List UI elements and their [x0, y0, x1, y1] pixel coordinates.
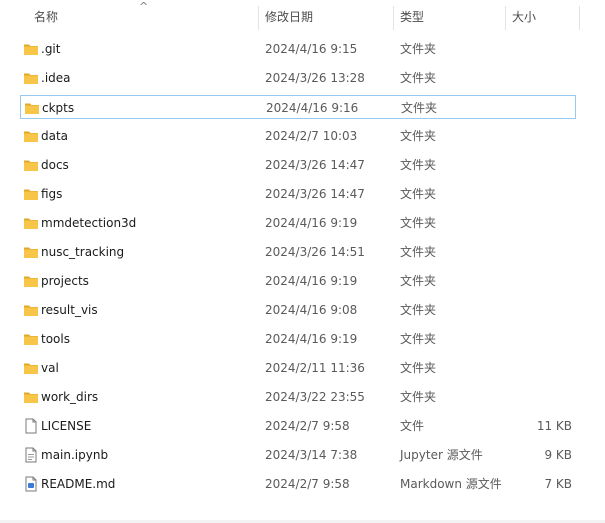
file-row[interactable]: tools 2024/4/16 9:19 文件夹 — [20, 327, 576, 351]
file-row[interactable]: LICENSE 2024/2/7 9:58 文件 11 KB — [20, 414, 576, 438]
file-modified-date: 2024/4/16 9:08 — [265, 303, 358, 317]
folder-icon — [23, 128, 39, 144]
file-name: docs — [41, 158, 69, 172]
file-row[interactable]: .git 2024/4/16 9:15 文件夹 — [20, 37, 576, 61]
file-row[interactable]: val 2024/2/11 11:36 文件夹 — [20, 356, 576, 380]
file-name: mmdetection3d — [41, 216, 137, 230]
folder-icon — [23, 157, 39, 173]
file-type: 文件夹 — [400, 42, 437, 56]
file-row[interactable]: main.ipynb 2024/3/14 7:38 Jupyter 源文件 9 KB — [20, 443, 576, 467]
file-type: 文件夹 — [400, 332, 437, 346]
file-row[interactable]: result_vis 2024/4/16 9:08 文件夹 — [20, 298, 576, 322]
column-divider[interactable] — [258, 6, 259, 30]
file-row[interactable]: projects 2024/4/16 9:19 文件夹 — [20, 269, 576, 293]
file-modified-date: 2024/4/16 9:19 — [265, 332, 358, 346]
column-divider[interactable] — [393, 6, 394, 30]
file-modified-date: 2024/3/26 14:47 — [265, 187, 365, 201]
column-header-type-label: 类型 — [400, 10, 425, 24]
sort-ascending-icon: ^ — [139, 0, 149, 13]
file-type: 文件夹 — [400, 158, 437, 172]
folder-icon — [23, 41, 39, 57]
file-modified-date: 2024/4/16 9:16 — [266, 101, 359, 115]
file-type: 文件夹 — [400, 71, 437, 85]
file-row[interactable]: data 2024/2/7 10:03 文件夹 — [20, 124, 576, 148]
file-name: data — [41, 129, 69, 143]
folder-icon — [23, 302, 39, 318]
column-header-modified-label: 修改日期 — [265, 10, 314, 24]
file-row[interactable]: README.md 2024/2/7 9:58 Markdown 源文件 7 KB — [20, 472, 576, 496]
file-type: 文件夹 — [400, 361, 437, 375]
file-type: 文件夹 — [400, 216, 437, 230]
file-modified-date: 2024/4/16 9:19 — [265, 216, 358, 230]
file-type: 文件 — [400, 419, 425, 433]
file-type: 文件夹 — [400, 245, 437, 259]
markdown-file-icon — [23, 476, 39, 492]
file-modified-date: 2024/3/22 23:55 — [265, 390, 365, 404]
file-row[interactable]: nusc_tracking 2024/3/26 14:51 文件夹 — [20, 240, 576, 264]
file-name: .git — [41, 42, 61, 56]
column-divider[interactable] — [579, 6, 580, 30]
column-header-size-label: 大小 — [512, 10, 537, 24]
file-modified-date: 2024/2/7 10:03 — [265, 129, 358, 143]
column-header-size[interactable]: 大小 — [512, 0, 536, 34]
file-size: 7 KB — [544, 477, 572, 491]
column-header-bar: 名称 ^ 修改日期 类型 大小 — [0, 0, 605, 34]
file-row[interactable]: ckpts 2024/4/16 9:16 文件夹 — [20, 95, 576, 119]
folder-icon — [23, 186, 39, 202]
file-row[interactable]: .idea 2024/3/26 13:28 文件夹 — [20, 66, 576, 90]
folder-icon — [23, 360, 39, 376]
file-name: projects — [41, 274, 89, 288]
file-row[interactable]: mmdetection3d 2024/4/16 9:19 文件夹 — [20, 211, 576, 235]
file-row[interactable]: work_dirs 2024/3/22 23:55 文件夹 — [20, 385, 576, 409]
file-modified-date: 2024/4/16 9:15 — [265, 42, 358, 56]
file-modified-date: 2024/2/7 9:58 — [265, 477, 350, 491]
notebook-file-icon — [23, 447, 39, 463]
column-header-name[interactable]: 名称 — [34, 0, 58, 34]
file-type: Markdown 源文件 — [400, 477, 502, 491]
file-name: .idea — [41, 71, 71, 85]
file-type: 文件夹 — [400, 187, 437, 201]
file-modified-date: 2024/4/16 9:19 — [265, 274, 358, 288]
file-modified-date: 2024/2/11 11:36 — [265, 361, 365, 375]
file-modified-date: 2024/2/7 9:58 — [265, 419, 350, 433]
file-type: 文件夹 — [400, 274, 437, 288]
column-header-type[interactable]: 类型 — [400, 0, 424, 34]
file-type: Jupyter 源文件 — [400, 448, 483, 462]
folder-icon — [23, 389, 39, 405]
folder-icon — [23, 244, 39, 260]
file-name: result_vis — [41, 303, 98, 317]
file-size: 9 KB — [544, 448, 572, 462]
folder-icon — [23, 273, 39, 289]
file-size: 11 KB — [536, 419, 572, 433]
file-type: 文件夹 — [401, 101, 438, 115]
file-type: 文件夹 — [400, 129, 437, 143]
file-name: nusc_tracking — [41, 245, 125, 259]
file-row[interactable]: docs 2024/3/26 14:47 文件夹 — [20, 153, 576, 177]
file-modified-date: 2024/3/26 14:47 — [265, 158, 365, 172]
file-row[interactable]: figs 2024/3/26 14:47 文件夹 — [20, 182, 576, 206]
folder-icon — [23, 70, 39, 86]
column-divider[interactable] — [505, 6, 506, 30]
folder-icon — [23, 215, 39, 231]
file-name: README.md — [41, 477, 116, 491]
file-type: 文件夹 — [400, 390, 437, 404]
file-name: main.ipynb — [41, 448, 109, 462]
file-name: tools — [41, 332, 70, 346]
folder-icon — [23, 331, 39, 347]
file-name: ckpts — [42, 101, 75, 115]
file-icon — [23, 418, 39, 434]
column-header-modified[interactable]: 修改日期 — [265, 0, 313, 34]
file-name: LICENSE — [41, 419, 92, 433]
file-name: work_dirs — [41, 390, 99, 404]
file-modified-date: 2024/3/26 14:51 — [265, 245, 365, 259]
folder-icon — [24, 100, 40, 116]
file-type: 文件夹 — [400, 303, 437, 317]
file-modified-date: 2024/3/26 13:28 — [265, 71, 365, 85]
column-header-name-label: 名称 — [34, 10, 59, 24]
file-name: figs — [41, 187, 63, 201]
file-name: val — [41, 361, 59, 375]
file-modified-date: 2024/3/14 7:38 — [265, 448, 358, 462]
